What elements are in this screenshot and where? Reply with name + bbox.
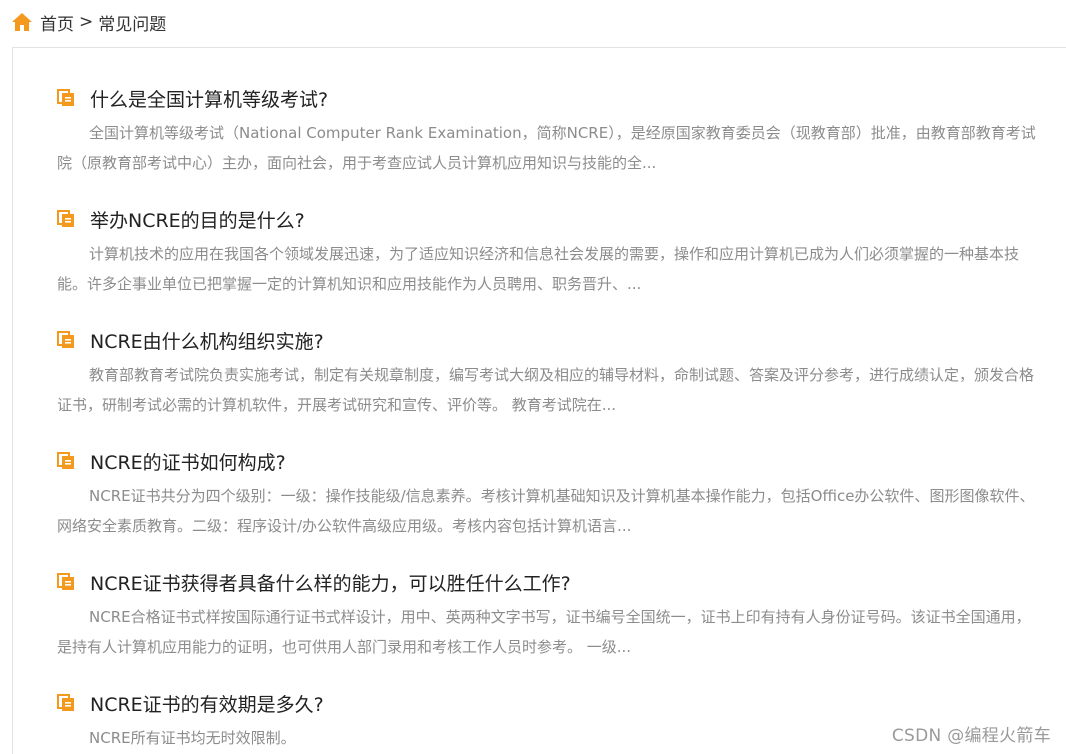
document-icon	[57, 210, 74, 227]
faq-title-link[interactable]: 举办NCRE的目的是什么?	[90, 206, 305, 233]
faq-summary: NCRE合格证书式样按国际通行证书式样设计，用中、英两种文字书写，证书编号全国统…	[57, 608, 1031, 656]
faq-title-link[interactable]: 什么是全国计算机等级考试?	[90, 85, 328, 112]
faq-item: 举办NCRE的目的是什么? 计算机技术的应用在我国各个领域发展迅速，为了适应知识…	[57, 205, 1037, 299]
faq-title-row: NCRE证书获得者具备什么样的能力，可以胜任什么工作?	[57, 568, 1037, 596]
faq-summary: 计算机技术的应用在我国各个领域发展迅速，为了适应知识经济和信息社会发展的需要，操…	[57, 245, 1020, 293]
document-icon	[57, 573, 74, 590]
faq-title-row: NCRE由什么机构组织实施?	[57, 326, 1037, 354]
faq-title-row: 什么是全国计算机等级考试?	[57, 84, 1037, 112]
faq-title-link[interactable]: NCRE证书获得者具备什么样的能力，可以胜任什么工作?	[90, 569, 571, 596]
breadcrumb: 首页 > 常见问题	[11, 8, 166, 36]
faq-title-link[interactable]: NCRE的证书如何构成?	[90, 448, 286, 475]
faq-panel: 什么是全国计算机等级考试? 全国计算机等级考试（National Compute…	[12, 47, 1066, 754]
faq-item: NCRE由什么机构组织实施? 教育部教育考试院负责实施考试，制定有关规章制度，编…	[57, 326, 1037, 420]
breadcrumb-separator: >	[79, 12, 94, 32]
faq-item: NCRE的证书如何构成? NCRE证书共分为四个级别：一级：操作技能级/信息素养…	[57, 447, 1037, 541]
faq-title-row: 举办NCRE的目的是什么?	[57, 205, 1037, 233]
document-icon	[57, 694, 74, 711]
faq-summary: NCRE所有证书均无时效限制。	[89, 729, 296, 747]
watermark: CSDN @编程火箭车	[891, 726, 1051, 746]
faq-title-row: NCRE证书的有效期是多久?	[57, 689, 1037, 717]
faq-title-link[interactable]: NCRE由什么机构组织实施?	[90, 327, 324, 354]
breadcrumb-home-link[interactable]: 首页	[40, 10, 74, 35]
page: 首页 > 常见问题 什么是全国计算机等级考试? 全国计算机等级考试（Nation…	[0, 0, 1066, 754]
faq-summary: 教育部教育考试院负责实施考试，制定有关规章制度，编写考试大纲及相应的辅导材料，命…	[57, 366, 1035, 414]
faq-item: NCRE证书的有效期是多久? NCRE所有证书均无时效限制。	[57, 689, 1037, 753]
faq-list: 什么是全国计算机等级考试? 全国计算机等级考试（National Compute…	[57, 84, 1037, 754]
breadcrumb-current: 常见问题	[98, 14, 167, 35]
faq-item: 什么是全国计算机等级考试? 全国计算机等级考试（National Compute…	[57, 84, 1037, 178]
home-icon[interactable]	[11, 12, 33, 32]
faq-title-link[interactable]: NCRE证书的有效期是多久?	[90, 690, 324, 717]
faq-title-row: NCRE的证书如何构成?	[57, 447, 1037, 475]
faq-summary: 全国计算机等级考试（National Computer Rank Examina…	[57, 124, 1036, 172]
document-icon	[57, 331, 74, 348]
faq-item: NCRE证书获得者具备什么样的能力，可以胜任什么工作? NCRE合格证书式样按国…	[57, 568, 1037, 662]
faq-summary: NCRE证书共分为四个级别：一级：操作技能级/信息素养。考核计算机基础知识及计算…	[57, 487, 1035, 535]
document-icon	[57, 452, 74, 469]
document-icon	[57, 89, 74, 106]
